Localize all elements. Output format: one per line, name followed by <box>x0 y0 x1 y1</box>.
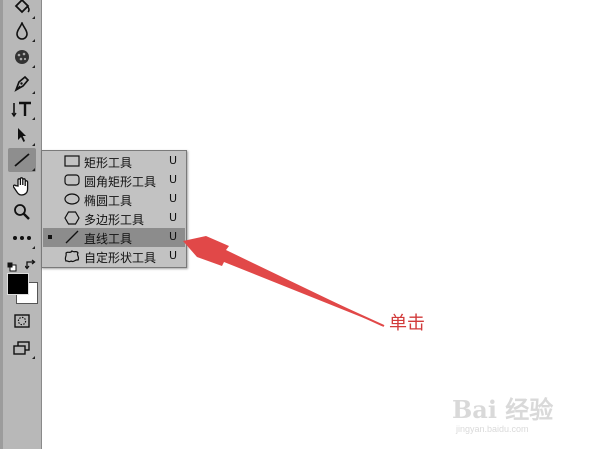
screen-mode-button[interactable] <box>8 336 36 360</box>
menu-item-custom-shape-tool[interactable]: 自定形状工具 U <box>43 247 185 266</box>
watermark-url: jingyan.baidu.com <box>456 424 529 434</box>
menu-item-ellipse-tool[interactable]: 椭圆工具 U <box>43 190 185 209</box>
menu-item-shortcut: U <box>169 173 178 186</box>
tools-panel <box>0 0 42 449</box>
menu-item-label: 矩形工具 <box>84 156 133 170</box>
quick-mask-icon <box>14 314 30 328</box>
menu-item-label: 直线工具 <box>84 232 133 246</box>
swap-arrow-icon <box>24 259 36 270</box>
line-icon <box>63 229 81 245</box>
watermark-logo: Bai 经验 <box>452 395 554 424</box>
type-tool[interactable] <box>8 97 36 121</box>
menu-item-label: 圆角矩形工具 <box>84 175 157 189</box>
ellipsis-icon <box>13 236 31 240</box>
droplet-icon <box>16 22 28 40</box>
screen-mode-icon <box>13 341 30 355</box>
baidu-jingyan-watermark: Bai 经验 jingyan.baidu.com <box>452 382 592 442</box>
quick-mask-button[interactable] <box>8 309 36 333</box>
menu-item-line-tool[interactable]: 直线工具 U <box>43 228 185 247</box>
menu-item-shortcut: U <box>169 249 178 262</box>
arrow-cursor-icon <box>18 128 26 142</box>
swap-colors-button[interactable] <box>24 256 37 270</box>
default-colors-button[interactable] <box>7 257 17 272</box>
pen-icon <box>14 75 30 92</box>
hand-icon <box>13 177 29 196</box>
rounded-rectangle-icon <box>63 172 81 188</box>
magnifier-icon <box>14 204 30 220</box>
annotation-text: 单击 <box>389 313 425 334</box>
selected-bullet <box>48 235 52 239</box>
menu-item-shortcut: U <box>169 192 178 205</box>
menu-item-polygon-tool[interactable]: 多边形工具 U <box>43 209 185 228</box>
polygon-icon <box>63 210 81 226</box>
paint-bucket-icon <box>14 0 30 14</box>
ellipse-icon <box>63 191 81 207</box>
more-tools[interactable] <box>8 226 36 250</box>
paint-bucket-tool[interactable] <box>8 0 36 20</box>
pen-tool[interactable] <box>8 71 36 95</box>
default-colors-icon <box>7 262 17 272</box>
type-icon <box>11 101 31 118</box>
sponge-icon <box>15 50 29 64</box>
sponge-tool[interactable] <box>8 45 36 69</box>
rectangle-icon <box>63 153 81 169</box>
menu-item-shortcut: U <box>169 230 178 243</box>
custom-shape-icon <box>63 248 81 264</box>
menu-item-shortcut: U <box>169 154 178 167</box>
panel-edge <box>0 0 3 449</box>
blur-tool[interactable] <box>8 19 36 43</box>
menu-item-rectangle-tool[interactable]: 矩形工具 U <box>43 152 185 171</box>
menu-item-label: 自定形状工具 <box>84 251 157 265</box>
shape-tools-flyout: 矩形工具 U 圆角矩形工具 U 椭圆工具 U 多边形工具 U 直线工具 U 自定… <box>41 150 187 268</box>
zoom-tool[interactable] <box>8 200 36 224</box>
foreground-color-swatch[interactable] <box>7 273 29 295</box>
menu-item-shortcut: U <box>169 211 178 224</box>
line-icon <box>14 153 30 167</box>
line-tool[interactable] <box>8 148 36 172</box>
menu-item-label: 椭圆工具 <box>84 194 133 208</box>
menu-item-label: 多边形工具 <box>84 213 145 227</box>
path-selection-tool[interactable] <box>8 123 36 147</box>
hand-tool[interactable] <box>8 174 36 198</box>
menu-item-rounded-rectangle-tool[interactable]: 圆角矩形工具 U <box>43 171 185 190</box>
